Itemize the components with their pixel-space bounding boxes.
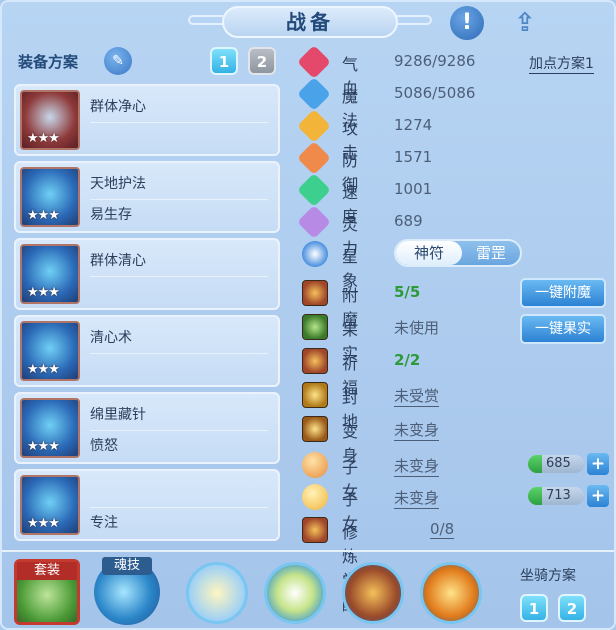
shield-icon <box>297 77 331 111</box>
divider <box>90 122 268 123</box>
blessing-icon <box>302 348 328 374</box>
star-rating: ★★★ <box>27 208 60 223</box>
star-rating: ★★★ <box>27 516 60 531</box>
equipment-effect: 专注 <box>90 515 118 531</box>
star-rating: ★★★ <box>27 285 60 300</box>
equipment-card[interactable]: ★★★ 群体清心 <box>14 238 280 310</box>
one-click-enchant-button[interactable]: 一键附魔 <box>520 278 606 308</box>
share-icon[interactable]: ⇪ <box>508 6 542 40</box>
soul-skill-label: 魂技 <box>102 557 152 575</box>
extra-value: 2/2 <box>394 351 421 369</box>
stat-value: 1571 <box>394 148 433 166</box>
mount-skill-slot[interactable] <box>186 562 248 624</box>
child-2-bar: 713 <box>528 487 584 505</box>
mount-skill-slot[interactable] <box>342 562 404 624</box>
extra-value[interactable]: 未受赏 <box>394 385 440 407</box>
star-sign-icon <box>302 241 328 267</box>
equip-scheme-label: 装备方案 <box>18 53 79 71</box>
child-1-bar: 685 <box>528 455 584 473</box>
fief-icon <box>302 382 328 408</box>
mount-scheme-1-button[interactable]: 1 <box>520 594 548 622</box>
bottom-divider <box>2 550 614 552</box>
heart-icon <box>297 45 331 79</box>
equipment-card[interactable]: ★★★ 群体净心 <box>14 84 280 156</box>
scheme-1-button[interactable]: 1 <box>210 47 238 75</box>
divider <box>90 276 268 277</box>
divider <box>90 199 268 200</box>
sword-icon <box>297 109 331 143</box>
extra-value[interactable]: 0/8 <box>430 520 455 539</box>
stat-value: 689 <box>394 212 423 230</box>
equipment-panel: 战备 ! ⇪ 装备方案 ✎ 1 2 ★★★ 群体净心 ★★★ 天地护法 易生存 … <box>0 0 616 630</box>
transform-icon <box>302 416 328 442</box>
extra-value[interactable]: 未变身 <box>394 487 440 509</box>
equipment-card[interactable]: ★★★ 天地护法 易生存 <box>14 161 280 233</box>
equipment-thumbnail: ★★★ <box>20 321 80 381</box>
divider <box>90 507 268 508</box>
equipment-thumbnail: ★★★ <box>20 167 80 227</box>
equipment-card[interactable]: ★★★ 绵里藏针 愤怒 <box>14 392 280 464</box>
stat-value: 9286/9286 <box>394 52 476 70</box>
page-title: 战备 <box>222 6 398 38</box>
speed-icon <box>297 173 331 207</box>
stat-value: 1001 <box>394 180 433 198</box>
equipment-effect: 愤怒 <box>90 438 118 454</box>
equipment-skill: 绵里藏针 <box>90 407 146 423</box>
mount-skill-slot[interactable] <box>420 562 482 624</box>
extra-value: 5/5 <box>394 283 421 301</box>
extra-value: 未使用 <box>394 319 440 337</box>
divider <box>90 353 268 354</box>
equipment-skill: 群体清心 <box>90 253 146 269</box>
equipment-effect: 易生存 <box>90 207 132 223</box>
equipment-skill: 清心术 <box>90 330 132 346</box>
armor-icon <box>297 141 331 175</box>
mount-scheme-2-button[interactable]: 2 <box>558 594 586 622</box>
bar-value: 713 <box>546 488 571 503</box>
fruit-icon <box>302 314 328 340</box>
soul-skill-button[interactable]: 魂技 <box>94 557 160 625</box>
stat-value: 1274 <box>394 116 433 134</box>
bar-value: 685 <box>546 456 571 471</box>
edit-pen-icon[interactable]: ✎ <box>104 47 132 75</box>
child-1-plus-button[interactable]: + <box>587 453 609 475</box>
info-icon[interactable]: ! <box>450 6 484 40</box>
child-icon <box>302 452 328 478</box>
equipment-thumbnail: ★★★ <box>20 398 80 458</box>
equipment-card[interactable]: ★★★ 清心术 <box>14 315 280 387</box>
one-click-fruit-button[interactable]: 一键果实 <box>520 314 606 344</box>
equipment-thumbnail: ★★★ <box>20 244 80 304</box>
divider <box>90 430 268 431</box>
spirit-icon <box>297 205 331 239</box>
cultivation-icon <box>302 517 328 543</box>
child-2-plus-button[interactable]: + <box>587 485 609 507</box>
bar-fill <box>528 455 542 473</box>
add-point-scheme-link[interactable]: 加点方案1 <box>529 53 594 74</box>
equipment-card[interactable]: ★★★ 专注 <box>14 469 280 541</box>
stat-value: 5086/5086 <box>394 84 476 102</box>
title-ornament-right <box>392 15 432 25</box>
enchant-icon <box>302 280 328 306</box>
equipment-skill: 天地护法 <box>90 176 146 192</box>
child-icon <box>302 484 328 510</box>
set-label: 套装 <box>17 562 77 580</box>
toggle-option-leigang[interactable]: 雷罡 <box>462 241 520 265</box>
mount-scheme-label: 坐骑方案 <box>520 568 576 584</box>
bar-fill <box>528 487 542 505</box>
extra-value[interactable]: 未变身 <box>394 419 440 441</box>
equipment-thumbnail: ★★★ <box>20 475 80 535</box>
set-equipment-button[interactable]: 套装 <box>14 559 80 625</box>
xingxiang-toggle[interactable]: 神符 雷罡 <box>394 239 522 267</box>
scheme-2-button[interactable]: 2 <box>248 47 276 75</box>
equipment-list: ★★★ 群体净心 ★★★ 天地护法 易生存 ★★★ 群体清心 ★★★ 清心术 ★… <box>14 84 280 546</box>
star-rating: ★★★ <box>27 131 60 146</box>
star-rating: ★★★ <box>27 362 60 377</box>
equipment-skill: 群体净心 <box>90 99 146 115</box>
star-rating: ★★★ <box>27 439 60 454</box>
equipment-thumbnail: ★★★ <box>20 90 80 150</box>
mount-skill-slot[interactable] <box>264 562 326 624</box>
extra-value[interactable]: 未变身 <box>394 455 440 477</box>
toggle-option-shenfu[interactable]: 神符 <box>396 241 462 265</box>
